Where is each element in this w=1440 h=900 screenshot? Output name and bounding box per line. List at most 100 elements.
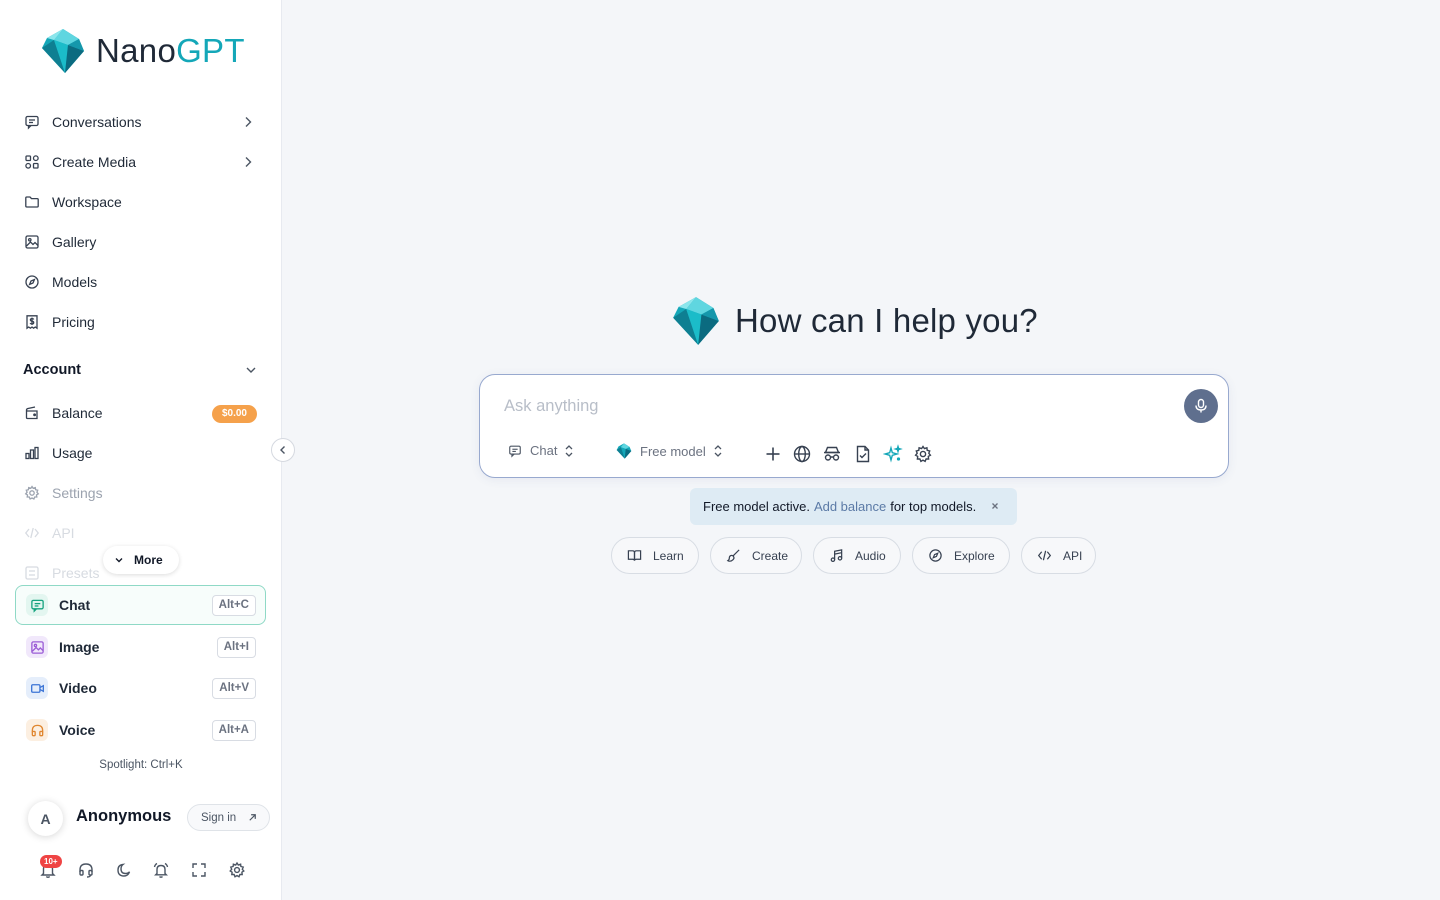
account-section-toggle[interactable]: Account — [23, 358, 263, 382]
moon-icon[interactable] — [115, 861, 133, 879]
model-selector[interactable]: Free model — [616, 443, 723, 459]
user-name: Anonymous — [76, 807, 172, 825]
headset-support-icon[interactable] — [77, 861, 95, 879]
arrow-up-right-icon — [249, 814, 256, 821]
gear-icon[interactable] — [913, 444, 933, 464]
compass-icon — [929, 549, 942, 562]
nanogpt-gem-logo-icon — [42, 29, 84, 73]
sidebar-item-label: Settings — [52, 485, 103, 501]
sidebar-item-label: Workspace — [52, 194, 122, 210]
sidebar-item-create-media[interactable]: Create Media — [16, 144, 266, 180]
mode-voice[interactable]: Voice Alt+A — [15, 710, 266, 750]
notice-text: Free model active. — [703, 499, 810, 514]
shortcut-hint: Alt+C — [211, 595, 256, 616]
chip-label: Learn — [653, 548, 684, 563]
mode-video[interactable]: Video Alt+V — [15, 668, 266, 708]
sign-in-label: Sign in — [201, 811, 237, 824]
notification-count-badge: 10+ — [40, 855, 62, 868]
chip-explore[interactable]: Explore — [912, 537, 1010, 574]
compass-icon — [25, 275, 39, 289]
avatar[interactable]: A — [28, 801, 63, 836]
brush-icon — [726, 549, 740, 562]
chip-label: Explore — [954, 548, 995, 563]
sidebar-item-label: Presets — [52, 565, 100, 581]
spotlight-hint: Spotlight: Ctrl+K — [99, 759, 183, 771]
plus-icon[interactable] — [763, 444, 783, 464]
more-button-label: More — [134, 553, 163, 567]
file-check-icon[interactable] — [853, 444, 873, 464]
wallet-icon — [25, 406, 38, 420]
gear-icon[interactable] — [228, 861, 246, 879]
chip-label: Audio — [855, 548, 886, 563]
collapse-sidebar-button[interactable] — [271, 438, 295, 462]
code-icon — [1037, 550, 1052, 561]
message-square-icon — [509, 445, 521, 458]
sidebar-item-label: Gallery — [52, 234, 97, 250]
model-selector-value: Free model — [640, 443, 706, 459]
sidebar-item-models[interactable]: Models — [16, 264, 266, 300]
receipt-dollar-icon — [26, 315, 38, 330]
sidebar-item-conversations[interactable]: Conversations — [16, 104, 266, 140]
chip-label: Create — [752, 548, 789, 563]
mode-image[interactable]: Image Alt+I — [15, 627, 266, 667]
sidebar-item-label: Conversations — [52, 114, 142, 130]
notice-text-suffix: for top models. — [890, 499, 977, 514]
sparkles-icon[interactable] — [883, 444, 903, 464]
chip-learn[interactable]: Learn — [611, 537, 699, 574]
brand-logo[interactable]: NanoGPT — [40, 28, 245, 74]
prompt-composer: Chat Free model — [479, 374, 1229, 478]
sidebar-item-pricing[interactable]: Pricing — [16, 304, 266, 340]
hero-heading: How can I help you? — [671, 296, 1038, 346]
mode-label: Image — [59, 639, 100, 655]
sidebar-item-gallery[interactable]: Gallery — [16, 224, 266, 260]
incognito-icon[interactable] — [822, 444, 842, 464]
account-section-title: Account — [23, 362, 81, 378]
more-button[interactable]: More — [103, 546, 179, 574]
headphones-mode-icon — [26, 719, 48, 741]
chat-mode-icon — [26, 594, 48, 616]
bar-chart-icon — [25, 446, 39, 460]
mode-selector[interactable]: Chat — [508, 443, 574, 458]
chip-audio[interactable]: Audio — [813, 537, 901, 574]
globe-icon[interactable] — [792, 444, 812, 464]
nanogpt-gem-logo-icon — [673, 297, 719, 345]
sign-in-button[interactable]: Sign in — [187, 804, 270, 831]
microphone-button[interactable] — [1184, 389, 1218, 423]
chip-create[interactable]: Create — [710, 537, 802, 574]
chevron-left-icon — [280, 446, 285, 454]
sliders-icon — [25, 566, 39, 580]
shortcut-hint: Alt+A — [211, 720, 256, 741]
sidebar-item-label: Balance — [52, 405, 103, 421]
chevron-up-down-icon — [566, 444, 573, 457]
bell-ring-icon[interactable] — [152, 861, 170, 879]
code-icon — [24, 527, 40, 539]
shapes-icon — [25, 155, 39, 169]
brand-name: NanoGPT — [96, 32, 245, 69]
sidebar-item-settings[interactable]: Settings — [16, 475, 266, 511]
gear-icon — [24, 485, 40, 500]
chevron-down-icon — [115, 558, 123, 563]
chevron-right-icon — [245, 157, 252, 167]
fullscreen-icon[interactable] — [190, 861, 208, 879]
microphone-icon — [1195, 398, 1207, 413]
page-title: How can I help you? — [735, 302, 1038, 339]
sidebar-item-balance[interactable]: Balance $0.00 — [16, 395, 266, 431]
close-icon[interactable] — [989, 500, 1001, 512]
book-open-icon — [627, 550, 642, 561]
mode-chat[interactable]: Chat Alt+C — [15, 585, 266, 625]
sidebar-item-workspace[interactable]: Workspace — [16, 184, 266, 220]
chip-api[interactable]: API — [1021, 537, 1096, 574]
mode-label: Chat — [59, 597, 91, 613]
message-square-icon — [25, 115, 39, 130]
prompt-input[interactable] — [504, 391, 1154, 421]
mode-selector-value: Chat — [530, 443, 558, 458]
chevron-up-down-icon — [714, 445, 722, 457]
folder-icon — [25, 196, 39, 208]
sidebar-item-label: Create Media — [52, 154, 137, 170]
mode-label: Video — [59, 680, 97, 696]
sidebar-item-usage[interactable]: Usage — [16, 435, 266, 471]
music-note-icon — [830, 549, 843, 563]
sidebar-item-label: Pricing — [52, 314, 95, 330]
mode-label: Voice — [59, 722, 96, 738]
add-balance-link[interactable]: Add balance — [814, 499, 886, 514]
